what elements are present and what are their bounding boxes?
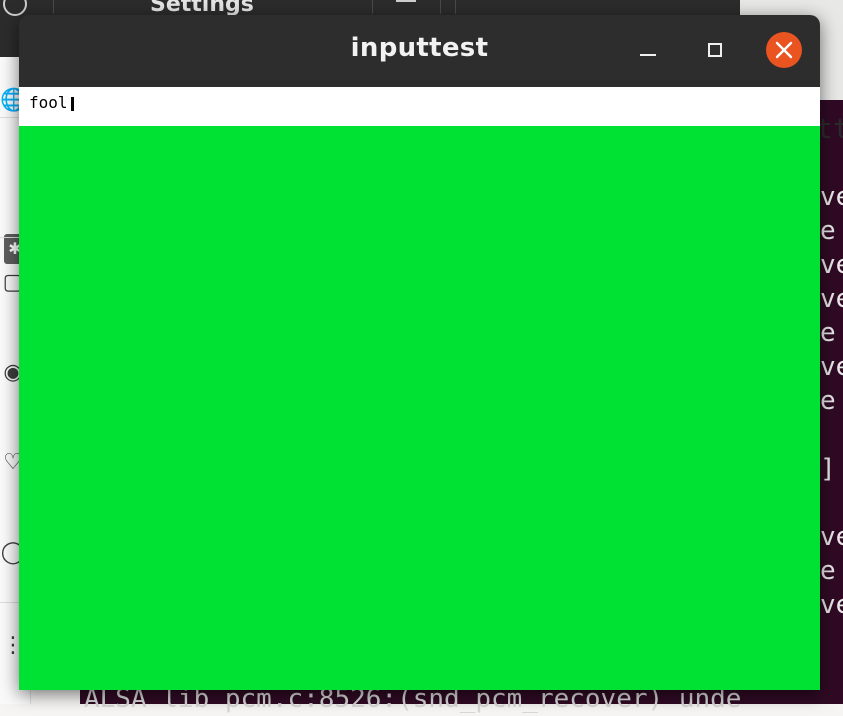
hamburger-menu-icon[interactable] [396, 0, 416, 6]
terminal-output-line: e [820, 216, 836, 246]
header-separator [455, 0, 456, 14]
window-titlebar[interactable]: inputtest [19, 15, 820, 87]
minimize-button[interactable] [634, 37, 662, 65]
text-cursor [71, 97, 74, 111]
text-input-value: fool [29, 93, 68, 112]
text-input[interactable]: fool [19, 87, 820, 126]
close-button[interactable] [766, 32, 802, 68]
maximize-icon [708, 43, 722, 57]
search-icon[interactable] [3, 0, 27, 16]
header-separator [372, 0, 373, 14]
terminal-tab-label[interactable]: tt [816, 112, 843, 145]
terminal-output-line: ] [820, 454, 836, 484]
terminal-output-line: e [820, 556, 836, 586]
minimize-icon [640, 54, 656, 56]
terminal-output-line: ve [820, 590, 843, 620]
terminal-output-line: ve [820, 284, 843, 314]
terminal-output-line: ve [820, 522, 843, 552]
close-icon [775, 41, 793, 59]
terminal-output-line: ve [820, 352, 843, 382]
header-separator [53, 0, 54, 14]
maximize-button[interactable] [701, 37, 729, 65]
terminal-output-line: e [820, 318, 836, 348]
terminal-output-line: ve [820, 250, 843, 280]
terminal-output-line: e [820, 386, 836, 416]
green-canvas[interactable] [19, 126, 820, 690]
header-separator [440, 0, 441, 14]
terminal-output-line: ve [820, 182, 843, 212]
inputtest-window: inputtest fool [19, 15, 820, 690]
window-title: inputtest [350, 33, 489, 63]
